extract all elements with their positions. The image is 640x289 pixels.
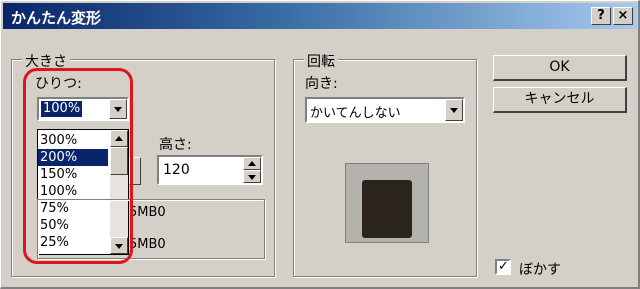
direction-value: かいてんしない	[310, 106, 401, 121]
title-bar[interactable]: かんたん変形 ? ×	[3, 3, 637, 29]
blur-checkbox[interactable]: ✓	[495, 259, 511, 275]
ratio-combobox[interactable]: 100%	[37, 97, 129, 121]
ratio-option[interactable]: 200%	[38, 149, 108, 166]
ratio-option[interactable]: 150%	[38, 166, 108, 183]
chevron-down-icon	[450, 108, 458, 113]
info-line-1: 5MB0	[129, 205, 166, 220]
chevron-down-icon	[248, 174, 256, 180]
direction-label: 向き:	[305, 76, 338, 92]
size-group-label: 大きさ	[22, 51, 70, 71]
ok-button[interactable]: OK	[493, 55, 627, 81]
ratio-dropdown-button[interactable]	[109, 99, 127, 119]
ratio-option[interactable]: 300%	[38, 132, 108, 149]
ratio-label: ひりつ:	[35, 76, 82, 92]
rotate-group-label: 回転	[304, 51, 338, 71]
width-spinner-edge[interactable]	[129, 157, 141, 185]
chevron-down-icon	[114, 107, 122, 112]
height-field[interactable]: 120	[157, 155, 263, 185]
close-button[interactable]: ×	[613, 7, 633, 25]
blur-label: ぼかす	[519, 262, 561, 278]
check-icon: ✓	[498, 259, 509, 274]
direction-dropdown-button[interactable]	[445, 99, 463, 121]
chevron-up-icon	[248, 160, 256, 166]
chevron-up-icon	[115, 135, 123, 141]
help-button[interactable]: ?	[591, 7, 611, 25]
dialog-window: かんたん変形 ? × 大きさ ひりつ: 100% 300% 200% 150% 100…	[0, 0, 640, 289]
scroll-thumb[interactable]	[110, 147, 128, 175]
rotation-preview	[345, 163, 429, 243]
info-line-2: 5MB0	[129, 237, 166, 252]
height-label: 高さ:	[159, 137, 192, 153]
cancel-button[interactable]: キャンセル	[493, 87, 627, 113]
preview-image	[362, 180, 412, 238]
ratio-option[interactable]: 100%	[38, 183, 108, 200]
height-spin-down[interactable]	[243, 170, 261, 183]
height-value: 120	[163, 162, 190, 178]
height-spin-up[interactable]	[243, 157, 261, 170]
window-title: かんたん変形	[11, 9, 102, 27]
direction-combobox[interactable]: かいてんしない	[305, 97, 465, 123]
scroll-up-button[interactable]	[110, 130, 128, 147]
ratio-value: 100%	[41, 101, 83, 117]
